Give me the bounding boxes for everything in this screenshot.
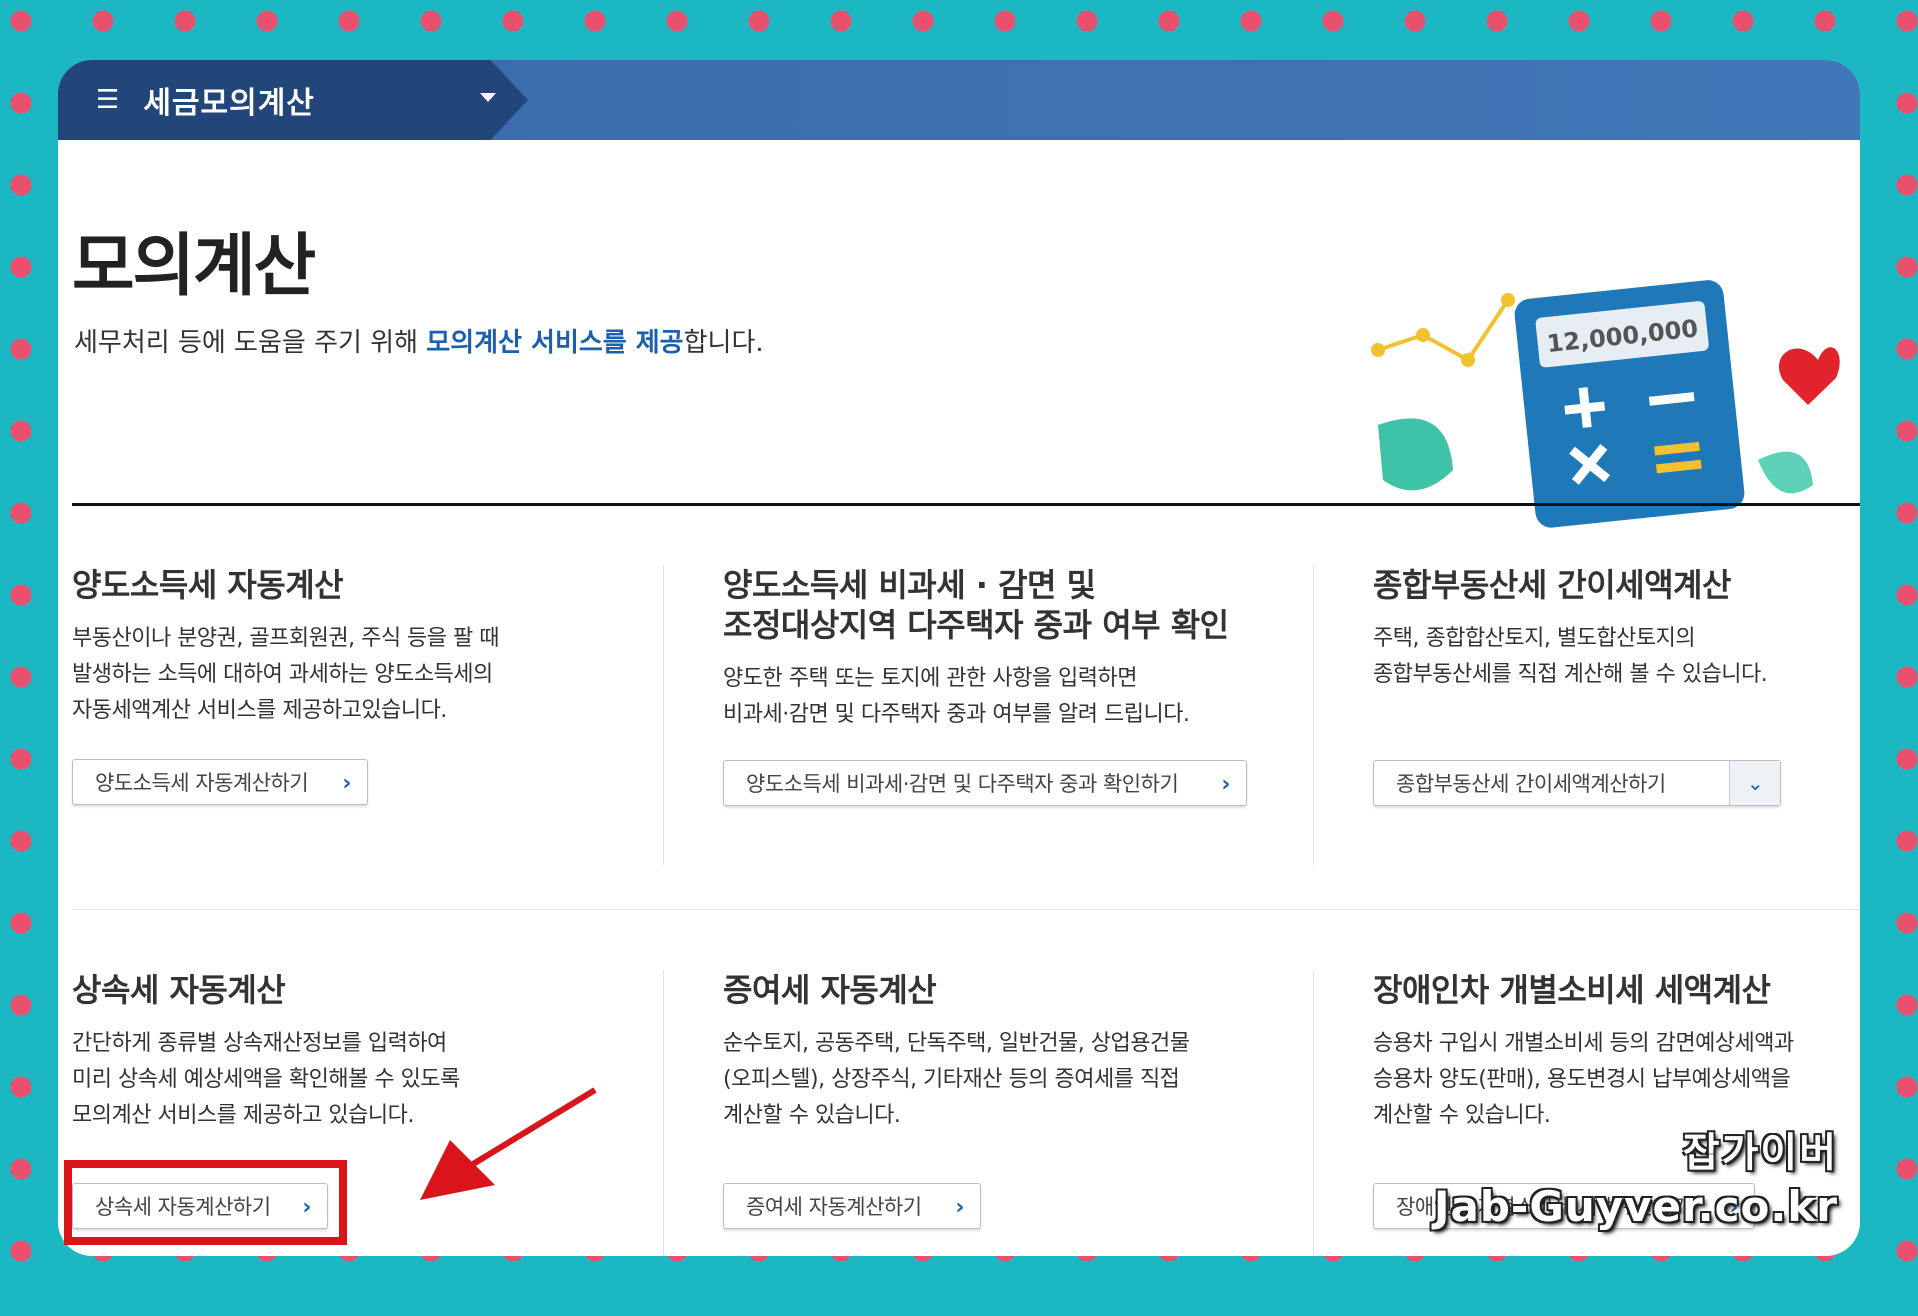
card-title: 장애인차 개별소비세 세액계산	[1373, 971, 1771, 1009]
chevron-right-icon: ›	[342, 771, 351, 796]
column-divider	[663, 565, 664, 865]
red-arrow-annotation	[420, 1087, 597, 1200]
card-title: 양도소득세 비과세 · 감면 및 조정대상지역 다주택자 중과 여부 확인	[723, 566, 1229, 644]
desc-text-after: 합니다.	[683, 328, 764, 358]
desc-highlight: 모의계산 서비스를 제공	[426, 328, 684, 358]
browser-content: ☰ 세금모의계산 모의계산 세무처리 등에 도움을 주기 위해 모의계산 서비스…	[58, 60, 1860, 1256]
calculator-illustration: 12,000,000	[1371, 280, 1840, 528]
button-label: 양도소득세 자동계산하기	[95, 771, 309, 795]
heart-icon	[1778, 347, 1840, 405]
tax-menu-dropdown[interactable]: ☰ 세금모의계산	[58, 60, 528, 140]
watermark-url: Jab-Guyver.co.kr	[1433, 1182, 1838, 1231]
card-description: 부동산이나 분양권, 골프회원권, 주식 등을 팔 때 발생하는 소득에 대하여…	[72, 626, 500, 723]
button-label: 양도소득세 비과세·감면 및 다주택자 중과 확인하기	[746, 772, 1179, 796]
card-description: 순수토지, 공동주택, 단독주택, 일반건물, 상업용건물 (오피스텔), 상장…	[723, 1031, 1190, 1128]
capital-gains-auto-button[interactable]: 양도소득세 자동계산하기 ›	[72, 759, 368, 805]
button-label: 증여세 자동계산하기	[746, 1195, 922, 1219]
caret-down-icon	[480, 93, 496, 102]
row-divider	[72, 909, 1860, 910]
card-description: 주택, 종합합산토지, 별도합산토지의 종합부동산세를 직접 계산해 볼 수 있…	[1373, 626, 1768, 687]
card-disabled-vehicle-tax: 장애인차 개별소비세 세액계산 승용차 구입시 개별소비세 등의 감면예상세액과…	[1373, 970, 1853, 1134]
card-capital-gains-exemption: 양도소득세 비과세 · 감면 및 조정대상지역 다주택자 중과 여부 확인 양도…	[723, 565, 1303, 733]
desc-text-before: 세무처리 등에 도움을 주기 위해	[74, 328, 427, 358]
select-label: 종합부동산세 간이세액계산하기	[1396, 772, 1666, 796]
column-divider	[1313, 565, 1314, 865]
card-title: 종합부동산세 간이세액계산	[1373, 566, 1731, 604]
watermark-name: 잡가이버	[1682, 1130, 1838, 1176]
column-divider	[663, 970, 664, 1256]
capital-gains-exemption-button[interactable]: 양도소득세 비과세·감면 및 다주택자 중과 확인하기 ›	[723, 760, 1247, 806]
card-description: 양도한 주택 또는 토지에 관한 사항을 입력하면 비과세·감면 및 다주택자 …	[723, 666, 1190, 727]
chevron-right-icon: ›	[955, 1195, 964, 1220]
card-gift-tax: 증여세 자동계산 순수토지, 공동주택, 단독주택, 일반건물, 상업용건물 (…	[723, 970, 1303, 1134]
watermark: 잡가이버 Jab-Guyver.co.kr	[1434, 1120, 1838, 1231]
comprehensive-property-tax-select[interactable]: 종합부동산세 간이세액계산하기 ⌄	[1373, 760, 1781, 806]
top-nav-bar: ☰ 세금모의계산	[58, 60, 1860, 140]
card-title: 상속세 자동계산	[72, 971, 286, 1009]
menu-title: 세금모의계산	[143, 86, 315, 121]
page-title: 모의계산	[72, 227, 316, 306]
leaf-icon	[1378, 418, 1453, 491]
card-comprehensive-property-tax: 종합부동산세 간이세액계산 주택, 종합합산토지, 별도합산토지의 종합부동산세…	[1373, 565, 1853, 693]
chevron-right-icon: ›	[1221, 772, 1230, 797]
section-divider	[72, 503, 1860, 506]
card-capital-gains-auto: 양도소득세 자동계산 부동산이나 분양권, 골프회원권, 주식 등을 팔 때 발…	[72, 565, 632, 729]
highlight-box	[64, 1160, 347, 1245]
trend-line-icon	[1377, 298, 1510, 363]
gift-tax-button[interactable]: 증여세 자동계산하기 ›	[723, 1183, 981, 1229]
card-title: 양도소득세 자동계산	[72, 566, 344, 604]
chevron-down-icon[interactable]: ⌄	[1729, 761, 1780, 805]
card-title: 증여세 자동계산	[723, 971, 937, 1009]
column-divider	[1313, 970, 1314, 1256]
page-description: 세무처리 등에 도움을 주기 위해 모의계산 서비스를 제공합니다.	[74, 322, 764, 359]
card-description: 승용차 구입시 개별소비세 등의 감면예상세액과 승용차 양도(판매), 용도변…	[1373, 1031, 1794, 1128]
hamburger-icon: ☰	[96, 85, 120, 115]
